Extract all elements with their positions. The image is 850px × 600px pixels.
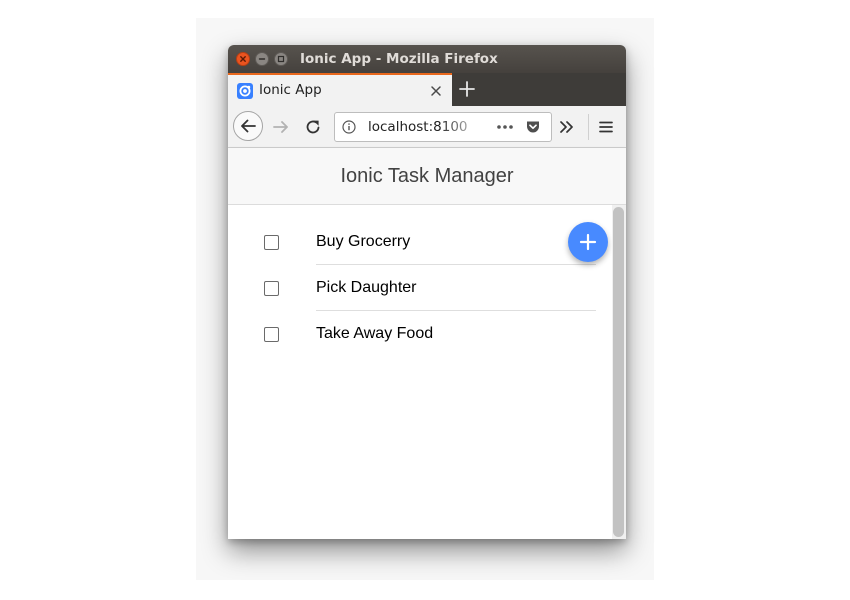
task-item-pick-daughter[interactable]: Pick Daughter — [228, 265, 612, 311]
tab-close-icon[interactable] — [428, 83, 444, 99]
task-checkbox[interactable] — [264, 327, 279, 342]
window-maximize-button[interactable] — [274, 52, 288, 66]
task-item-take-away-food[interactable]: Take Away Food — [228, 311, 612, 357]
page-title: Ionic Task Manager — [340, 165, 514, 187]
scrollbar-thumb[interactable] — [613, 207, 624, 537]
minimize-icon — [258, 58, 266, 60]
task-label: Pick Daughter — [316, 279, 417, 296]
ionic-logo-icon — [237, 83, 253, 99]
url-fade-overlay — [443, 113, 493, 141]
window-minimize-button[interactable] — [255, 52, 269, 66]
close-x-icon — [240, 56, 246, 62]
task-item-buy-grocerry[interactable]: Buy Grocerry — [228, 219, 612, 265]
toolbar-divider — [588, 114, 589, 140]
info-icon[interactable] — [342, 120, 356, 134]
tab-strip: Ionic App — [228, 73, 626, 106]
hamburger-menu-icon — [599, 121, 613, 133]
overflow-button[interactable] — [557, 117, 577, 137]
window-close-button[interactable] — [236, 52, 250, 66]
add-task-button[interactable] — [568, 222, 608, 262]
navigation-toolbar: localhost:8100 — [228, 106, 626, 148]
pocket-icon[interactable] — [525, 119, 541, 135]
task-label: Buy Grocerry — [316, 233, 411, 250]
title-bar: Ionic App - Mozilla Firefox — [228, 45, 626, 73]
task-checkbox[interactable] — [264, 235, 279, 250]
task-checkbox[interactable] — [264, 281, 279, 296]
reload-button[interactable] — [303, 117, 323, 137]
screenshot-stage: Ionic App - Mozilla Firefox Ionic App lo… — [0, 0, 850, 600]
browser-window: Ionic App - Mozilla Firefox Ionic App lo… — [228, 45, 626, 539]
scrollbar-track[interactable] — [612, 205, 626, 539]
new-tab-plus-icon[interactable] — [458, 80, 476, 98]
back-button[interactable] — [233, 111, 263, 141]
task-list: Buy Grocerry Pick Daughter Take Away Foo… — [228, 205, 612, 539]
plus-icon — [579, 233, 597, 251]
overflow-chevrons-icon — [560, 121, 573, 133]
tab-label: Ionic App — [259, 82, 322, 98]
app-toolbar: Ionic Task Manager — [228, 148, 626, 205]
forward-button[interactable] — [271, 117, 291, 137]
reload-icon — [306, 120, 320, 134]
back-arrow-icon — [241, 119, 256, 133]
url-bar[interactable]: localhost:8100 — [334, 112, 552, 142]
window-title: Ionic App - Mozilla Firefox — [300, 51, 498, 67]
tab-ionic-app[interactable]: Ionic App — [228, 73, 452, 106]
task-label: Take Away Food — [316, 325, 434, 342]
forward-arrow-icon — [273, 121, 288, 133]
menu-button[interactable] — [596, 117, 616, 137]
more-dots-icon[interactable] — [495, 120, 515, 134]
maximize-icon — [277, 55, 285, 63]
